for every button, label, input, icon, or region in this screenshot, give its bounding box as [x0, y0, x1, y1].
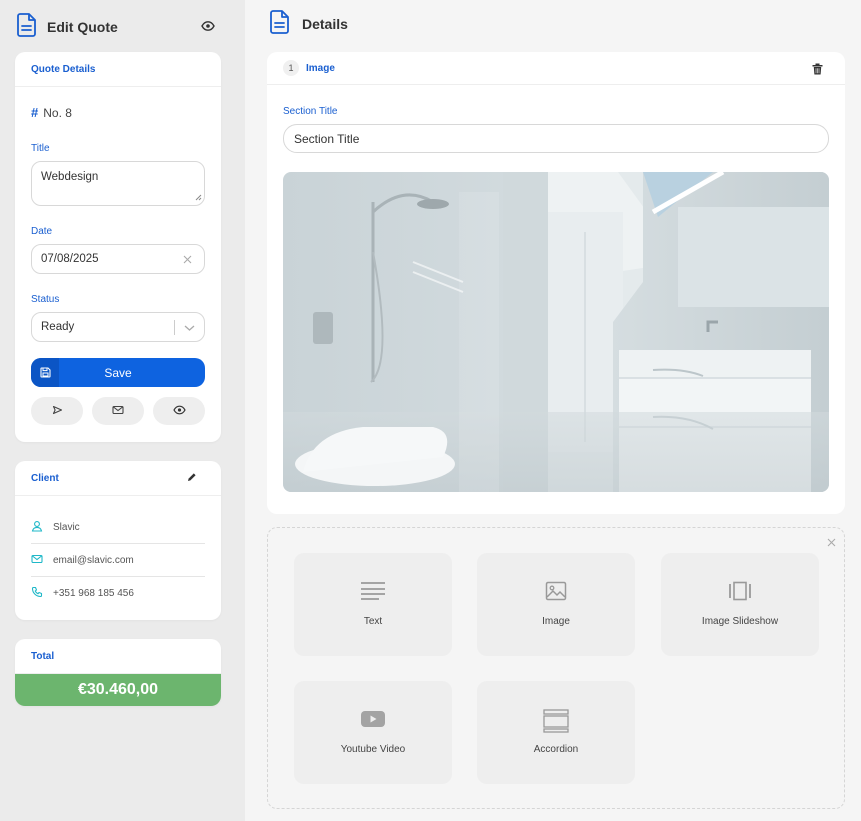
quote-number: # No. 8 [31, 105, 72, 120]
quote-number-value: No. 8 [43, 105, 72, 120]
client-phone-row: +351 968 185 456 [31, 577, 205, 610]
image-section-card: 1 Image Section Title Section Title [267, 52, 845, 514]
chevron-down-icon[interactable] [184, 323, 195, 335]
section-title-input-value: Section Title [294, 131, 360, 146]
send-icon [52, 402, 63, 420]
quote-details-card: Quote Details # No. 8 Title Webdesign Da… [15, 52, 221, 442]
sidebar-header: Edit Quote [17, 12, 217, 42]
document-icon [270, 9, 290, 39]
block-tile-youtube-video[interactable]: Youtube Video [294, 681, 452, 784]
save-button-label: Save [104, 365, 132, 380]
preview-eye-icon[interactable] [201, 19, 215, 38]
details-title: Details [302, 16, 348, 32]
client-heading: Client [15, 461, 221, 496]
section-number-badge: 1 [283, 60, 299, 76]
document-icon [17, 12, 37, 42]
date-input-value: 07/08/2025 [41, 253, 99, 265]
user-icon [31, 520, 43, 535]
edit-pencil-icon[interactable] [186, 472, 197, 486]
total-heading: Total [15, 639, 221, 674]
mail-icon [112, 402, 124, 420]
total-amount: €30.460,00 [15, 674, 221, 706]
client-email-row: email@slavic.com [31, 544, 205, 577]
text-lines-icon [294, 581, 452, 601]
client-name-row: Slavic [31, 511, 205, 544]
block-tile-image-slideshow[interactable]: Image Slideshow [661, 553, 819, 656]
send-button[interactable] [31, 397, 83, 425]
trash-icon[interactable] [812, 62, 823, 80]
date-label: Date [31, 226, 53, 237]
mail-icon [31, 554, 43, 567]
section-title-label: Section Title [283, 106, 338, 117]
save-floppy-icon [31, 358, 59, 387]
quote-details-heading: Quote Details [15, 52, 221, 87]
section-type-label: Image [306, 62, 335, 74]
preview-button[interactable] [153, 397, 205, 425]
select-divider [174, 320, 175, 335]
block-tile-label: Image [542, 616, 570, 627]
sidebar: Edit Quote Quote Details # No. 8 Title W… [0, 0, 245, 821]
client-email: email@slavic.com [53, 554, 134, 566]
image-icon [477, 581, 635, 601]
email-button[interactable] [92, 397, 144, 425]
date-input[interactable]: 07/08/2025 [31, 244, 205, 274]
section-image [283, 172, 829, 492]
block-tile-label: Image Slideshow [701, 616, 779, 627]
phone-icon [31, 586, 43, 601]
status-label: Status [31, 294, 60, 305]
client-name: Slavic [53, 521, 80, 533]
slideshow-icon [661, 581, 819, 601]
title-label: Title [31, 143, 50, 154]
client-card: Client Slavic email@slavic.com +351 968 … [15, 461, 221, 620]
block-tile-text[interactable]: Text [294, 553, 452, 656]
main-header: Details [270, 9, 348, 39]
block-tile-label: Youtube Video [340, 744, 406, 755]
section-header[interactable]: 1 Image [267, 52, 845, 85]
block-tile-label: Text [363, 616, 383, 627]
status-select[interactable]: Ready [31, 312, 205, 342]
block-tile-accordion[interactable]: Accordion [477, 681, 635, 784]
save-button[interactable]: Save [31, 358, 205, 387]
title-textarea[interactable]: Webdesign [31, 161, 205, 206]
client-phone: +351 968 185 456 [53, 588, 134, 599]
block-picker: Text Image Image Slideshow Youtube Video… [267, 527, 845, 809]
block-tile-image[interactable]: Image [477, 553, 635, 656]
client-heading-label: Client [31, 472, 59, 484]
eye-icon [172, 402, 186, 420]
accordion-icon [477, 709, 635, 733]
title-textarea-value: Webdesign [41, 171, 99, 183]
hash-icon: # [31, 105, 39, 120]
status-select-value: Ready [41, 321, 75, 333]
resize-handle-icon[interactable] [195, 192, 202, 204]
page-title: Edit Quote [47, 19, 118, 35]
block-tile-label: Accordion [533, 744, 579, 755]
section-title-input[interactable]: Section Title [283, 124, 829, 153]
video-play-icon [294, 709, 452, 729]
clear-date-icon[interactable] [183, 255, 192, 267]
total-card: Total €30.460,00 [15, 639, 221, 706]
close-icon[interactable] [827, 534, 836, 552]
